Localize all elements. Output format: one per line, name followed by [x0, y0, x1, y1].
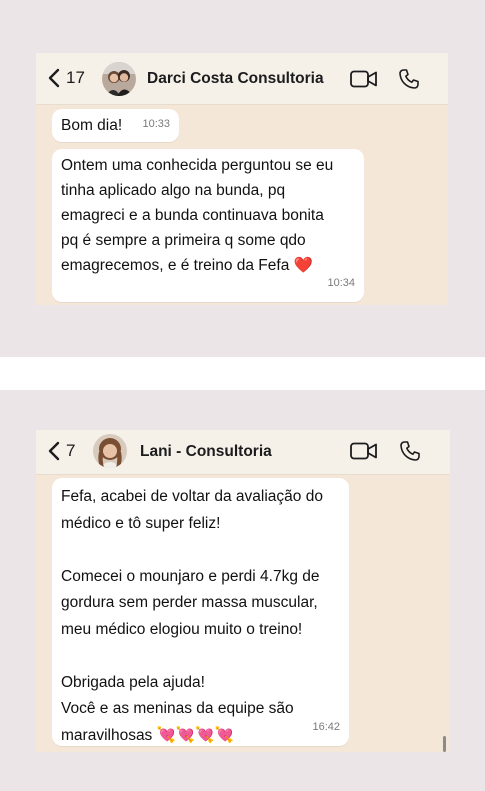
chat-screenshot-darci: 17 Darci Costa Consultoria Bom dia! 10:3… — [36, 53, 448, 305]
video-call-icon[interactable] — [350, 442, 378, 460]
message-text: Fefa, acabei de voltar da avaliação do m… — [61, 488, 323, 744]
chevron-left-icon — [48, 441, 60, 461]
chat-header: 17 Darci Costa Consultoria — [36, 53, 448, 105]
back-button[interactable]: 17 — [48, 68, 85, 88]
chat-screenshot-lani: 7 Lani - Consultoria Fefa, acabei de vol… — [36, 430, 450, 752]
message-text: Ontem uma conhecida perguntou se eu tinh… — [61, 157, 334, 274]
phone-call-icon[interactable] — [399, 440, 421, 462]
message-time: 16:42 — [312, 721, 340, 733]
scrollbar[interactable] — [443, 736, 446, 752]
chevron-left-icon — [48, 68, 60, 88]
back-button[interactable]: 7 — [48, 441, 75, 461]
separator-band — [0, 357, 485, 390]
avatar[interactable] — [93, 434, 127, 468]
contact-name[interactable]: Darci Costa Consultoria — [147, 70, 324, 88]
video-call-icon[interactable] — [350, 70, 378, 88]
phone-call-icon[interactable] — [398, 68, 420, 90]
message-bubble[interactable]: Ontem uma conhecida perguntou se eu tinh… — [52, 149, 364, 302]
message-text: Bom dia! — [61, 117, 123, 134]
chat-header: 7 Lani - Consultoria — [36, 430, 450, 475]
message-time: 10:34 — [327, 277, 355, 289]
message-time: 10:33 — [142, 118, 170, 130]
message-bubble[interactable]: Fefa, acabei de voltar da avaliação do m… — [52, 478, 349, 746]
contact-name[interactable]: Lani - Consultoria — [140, 443, 272, 461]
unread-count: 17 — [66, 68, 85, 87]
message-bubble[interactable]: Bom dia! 10:33 — [52, 109, 179, 142]
unread-count: 7 — [66, 441, 76, 460]
avatar[interactable] — [102, 62, 136, 96]
